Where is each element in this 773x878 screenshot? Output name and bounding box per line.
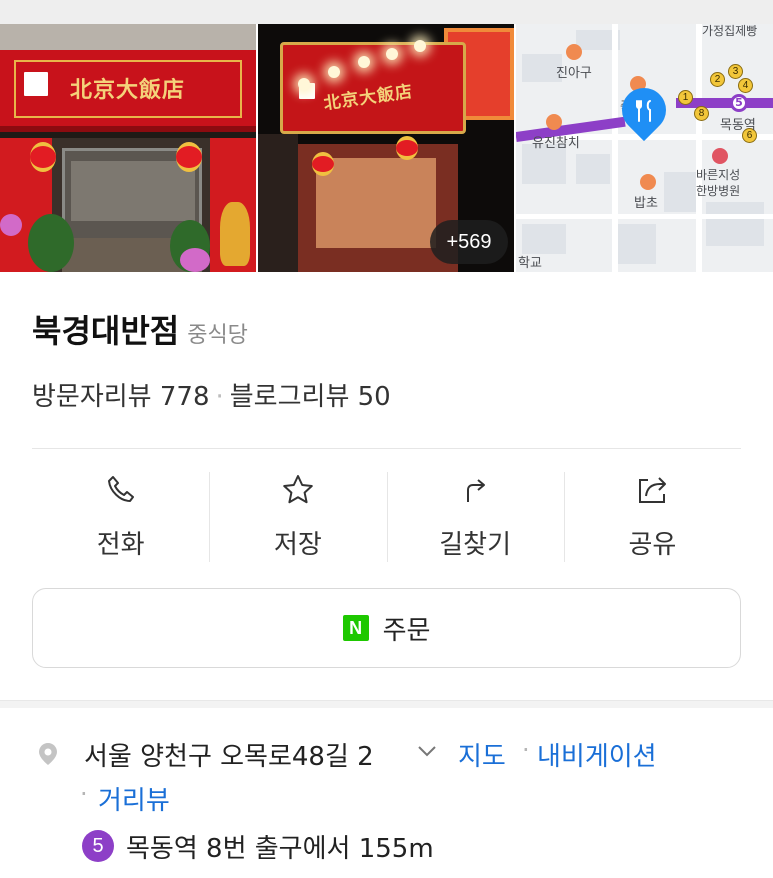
save-button[interactable]: 저장 bbox=[209, 462, 386, 570]
flower-decoration bbox=[180, 248, 210, 272]
map-label: 목동역 bbox=[720, 118, 756, 133]
map-label: 한방병원 bbox=[696, 184, 741, 198]
call-label: 전화 bbox=[96, 530, 145, 560]
map-block bbox=[706, 202, 764, 246]
exit-marker-4: 4 bbox=[738, 78, 753, 93]
spot-light bbox=[298, 78, 310, 90]
share-label: 공유 bbox=[628, 530, 677, 560]
share-icon bbox=[634, 472, 670, 508]
naver-n-icon: N bbox=[342, 615, 369, 641]
exit-marker-3: 3 bbox=[728, 64, 743, 79]
section-separator bbox=[0, 700, 773, 708]
location-pin-icon bbox=[36, 742, 60, 766]
map-label: 학교 bbox=[518, 256, 542, 271]
place-category: 중식당 bbox=[187, 323, 248, 348]
sign-text: 北京大飯店 bbox=[322, 81, 415, 115]
save-label: 저장 bbox=[273, 530, 322, 560]
phone-icon bbox=[103, 472, 139, 508]
map-label: 유진참치 bbox=[532, 136, 580, 151]
spot-light bbox=[414, 40, 426, 52]
lantern-icon bbox=[176, 142, 202, 172]
lantern-icon bbox=[312, 152, 334, 176]
sign-logo bbox=[22, 70, 50, 98]
map-road bbox=[516, 214, 773, 219]
exit-marker-1: 1 bbox=[678, 90, 693, 105]
address-row: 서울 양천구 오목로48길 2 지도 · 내비게이션 bbox=[32, 734, 752, 774]
storefront-photo-night[interactable]: 北京大飯店 +569 bbox=[258, 24, 514, 272]
spot-light bbox=[328, 66, 340, 78]
restaurant-icon bbox=[640, 174, 656, 190]
blog-review-link[interactable]: 블로그리뷰 50 bbox=[230, 382, 391, 412]
exit-marker-2: 2 bbox=[710, 72, 725, 87]
action-bar: 전화 저장 길찾기 공유 bbox=[32, 462, 741, 570]
plant-decoration bbox=[28, 214, 74, 272]
exit-marker-8: 8 bbox=[694, 106, 709, 121]
directions-label: 길찾기 bbox=[439, 530, 511, 560]
spot-light bbox=[358, 56, 370, 68]
dot-separator: · bbox=[215, 382, 224, 412]
photo-gallery: 北京大飯店 北京大飯店 +569 가정집제빵 진아구 유진참치 2 3 4 1 … bbox=[0, 24, 773, 272]
visitor-review-link[interactable]: 방문자리뷰 778 bbox=[32, 382, 210, 412]
address-text: 서울 양천구 오목로48길 2 bbox=[84, 742, 374, 772]
map-label: 밥초 bbox=[634, 196, 658, 211]
lantern-icon bbox=[396, 136, 418, 160]
lantern-icon bbox=[30, 142, 56, 172]
cafe-icon bbox=[566, 44, 582, 60]
map-label: 바른지성 bbox=[696, 168, 741, 182]
subway-line-badge: 5 bbox=[82, 830, 114, 862]
lit-window bbox=[316, 158, 436, 248]
divider bbox=[32, 448, 741, 449]
street-view-link[interactable]: 거리뷰 bbox=[98, 780, 170, 817]
map-label: 가정집제빵 bbox=[702, 24, 758, 38]
subway-text: 목동역 8번 출구에서 155m bbox=[126, 834, 434, 864]
map-road bbox=[612, 24, 618, 272]
flower-decoration bbox=[0, 214, 22, 236]
fork-knife-icon bbox=[632, 98, 658, 124]
map-label: 진아구 bbox=[556, 66, 592, 81]
map-block bbox=[664, 172, 696, 212]
call-button[interactable]: 전화 bbox=[32, 462, 209, 570]
sign-text: 北京大飯店 bbox=[70, 77, 186, 103]
map-link[interactable]: 지도 bbox=[458, 736, 506, 773]
star-icon bbox=[280, 472, 316, 508]
order-label: 주문 bbox=[382, 615, 431, 646]
door-glass bbox=[71, 161, 195, 221]
dragon-decoration bbox=[220, 202, 250, 266]
directions-button[interactable]: 길찾기 bbox=[386, 462, 564, 570]
map-thumbnail[interactable]: 가정집제빵 진아구 죽 유진참치 2 3 4 1 8 6 5 목동역 바른지성 … bbox=[516, 24, 773, 272]
restaurant-icon bbox=[546, 114, 562, 130]
navigation-link[interactable]: 내비게이션 bbox=[537, 736, 657, 773]
station-marker: 5 bbox=[730, 94, 748, 112]
review-summary: 방문자리뷰 778 · 블로그리뷰 50 bbox=[32, 376, 391, 413]
dot-separator: · bbox=[522, 736, 530, 764]
share-button[interactable]: 공유 bbox=[563, 462, 741, 570]
order-content: N 주문 bbox=[33, 589, 740, 667]
directions-icon bbox=[457, 472, 493, 508]
chevron-down-icon[interactable] bbox=[416, 740, 438, 762]
top-bar bbox=[0, 0, 773, 24]
order-button[interactable]: N 주문 bbox=[32, 588, 741, 668]
spot-light bbox=[386, 48, 398, 60]
map-block bbox=[576, 154, 610, 184]
more-photos-badge[interactable]: +569 bbox=[430, 220, 508, 264]
building-facade bbox=[0, 24, 256, 50]
map-block bbox=[522, 224, 566, 254]
place-title-row: 북경대반점 중식당 bbox=[32, 306, 248, 350]
storefront-photo-day[interactable]: 北京大飯店 bbox=[0, 24, 256, 272]
hospital-icon bbox=[712, 148, 728, 164]
map-road bbox=[696, 24, 702, 272]
restaurant-sign: 北京大飯店 bbox=[0, 50, 256, 132]
map-block bbox=[616, 224, 656, 264]
place-name: 북경대반점 bbox=[32, 312, 180, 350]
dot-separator: · bbox=[80, 780, 88, 808]
dark-wall bbox=[258, 134, 298, 272]
